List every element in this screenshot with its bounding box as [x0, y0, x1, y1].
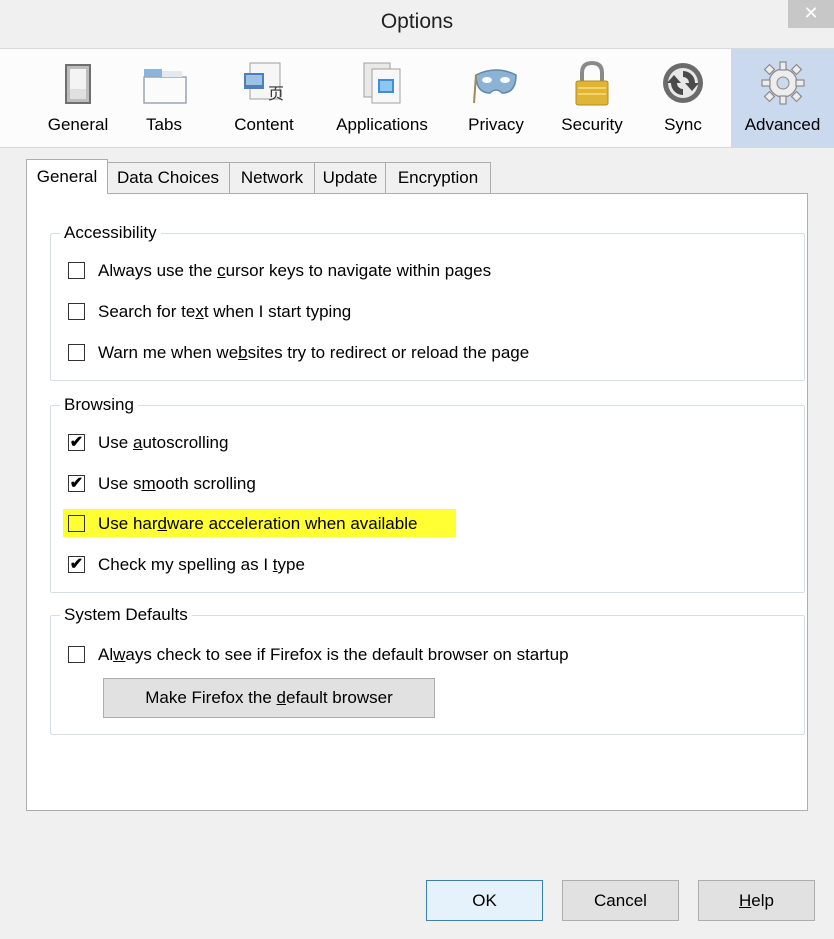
checkbox[interactable]: [68, 303, 85, 320]
pane-label: Applications: [336, 115, 428, 134]
pane-label: Advanced: [744, 115, 821, 134]
tab-label: Network: [240, 168, 304, 187]
switch-icon: [65, 64, 91, 104]
pane-label: Privacy: [468, 115, 524, 134]
tab-encryption[interactable]: Encryption: [385, 162, 491, 193]
checkbox[interactable]: [68, 515, 85, 532]
help-button[interactable]: Help: [698, 880, 815, 921]
close-icon: ✕: [803, 3, 819, 23]
group-caption: System Defaults: [60, 604, 192, 626]
checkbox[interactable]: ✔: [68, 475, 85, 492]
pane-applications[interactable]: Applications: [322, 49, 442, 147]
tab-label: Encryption: [397, 168, 479, 187]
button-label: Cancel: [594, 891, 647, 910]
title-bar: Options ✕: [0, 0, 834, 48]
checkbox-label: Check my spelling as I type: [98, 555, 305, 574]
ok-button[interactable]: OK: [426, 880, 543, 921]
checkbox-label: Always use the cursor keys to navigate w…: [98, 261, 492, 280]
preferences-toolbar: General Tabs 页 Content Applications Priv…: [0, 48, 834, 148]
tabs-icon: [143, 69, 187, 104]
pane-label: General: [47, 115, 109, 134]
pane-label: Sync: [664, 115, 702, 134]
checkbox[interactable]: [68, 344, 85, 361]
checkbox[interactable]: ✔: [68, 434, 85, 451]
tab-network[interactable]: Network: [229, 162, 315, 193]
tab-panel-general: Accessibility Always use the cursor keys…: [26, 193, 808, 811]
pane-label: Tabs: [146, 115, 182, 134]
gear-icon: [760, 61, 805, 105]
pane-tabs[interactable]: Tabs: [134, 49, 194, 147]
group-caption: Browsing: [60, 394, 138, 416]
tab-update[interactable]: Update: [314, 162, 386, 193]
sync-icon: [663, 63, 703, 103]
content-icon: 页: [244, 62, 284, 103]
checkbox[interactable]: [68, 262, 85, 279]
pane-content[interactable]: 页 Content: [224, 49, 304, 147]
close-button[interactable]: ✕: [788, 0, 834, 28]
button-label: OK: [472, 891, 497, 910]
group-caption: Accessibility: [60, 222, 161, 244]
checkbox[interactable]: [68, 646, 85, 663]
pane-privacy[interactable]: Privacy: [458, 49, 534, 147]
mask-icon: [473, 69, 517, 104]
tab-label: Data Choices: [116, 168, 220, 187]
options-window: Options ✕ General Tabs 页 Content Applica…: [0, 0, 834, 939]
pane-security[interactable]: Security: [552, 49, 632, 147]
checkbox-label: Use autoscrolling: [98, 433, 229, 452]
pane-label: Security: [561, 115, 623, 134]
padlock-icon: [575, 60, 609, 106]
system-defaults-group: System Defaults Always check to see if F…: [50, 604, 805, 735]
pane-general[interactable]: General: [37, 49, 119, 147]
make-default-browser-button[interactable]: Make Firefox the default browser: [103, 678, 435, 718]
pane-label: Content: [234, 115, 294, 134]
checkbox-label: Use smooth scrolling: [98, 474, 256, 493]
checkbox-label: Use hardware acceleration when available: [98, 514, 418, 533]
browsing-group: Browsing ✔ Use autoscrolling ✔ Use smoot…: [50, 394, 805, 593]
accessibility-group: Accessibility Always use the cursor keys…: [50, 222, 805, 381]
pane-advanced[interactable]: Advanced: [731, 49, 834, 147]
tab-data-choices[interactable]: Data Choices: [106, 162, 230, 193]
checkbox-label: Always check to see if Firefox is the de…: [98, 645, 569, 664]
tab-general[interactable]: General: [26, 159, 108, 194]
applications-icon: [363, 62, 401, 104]
cancel-button[interactable]: Cancel: [562, 880, 679, 921]
tab-label: General: [36, 167, 98, 186]
tab-label: Update: [322, 168, 378, 187]
checkbox-label: Search for text when I start typing: [98, 302, 352, 321]
svg-text:页: 页: [268, 84, 284, 103]
checkbox-label: Warn me when websites try to redirect or…: [98, 343, 530, 362]
window-title: Options: [380, 10, 454, 33]
pane-sync[interactable]: Sync: [650, 49, 716, 147]
checkbox[interactable]: ✔: [68, 556, 85, 573]
